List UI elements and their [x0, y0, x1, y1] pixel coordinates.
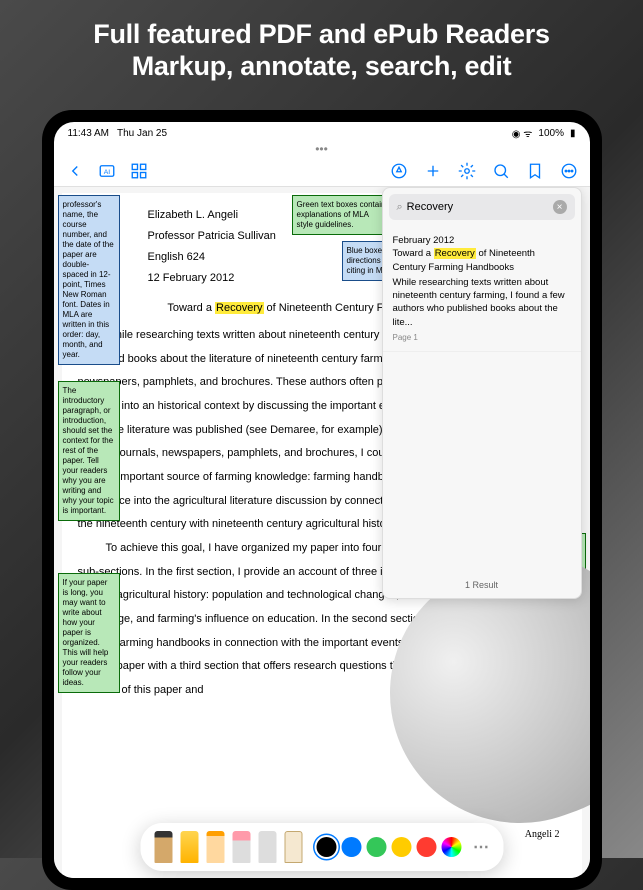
ipad-frame: 11:43 AM Thu Jan 25 ◉ ᯤ 100% ▮ ••• AI pr… — [42, 110, 602, 890]
promo-line1: Full featured PDF and ePub Readers — [93, 19, 549, 49]
screen: 11:43 AM Thu Jan 25 ◉ ᯤ 100% ▮ ••• AI pr… — [54, 122, 590, 878]
promo-line2: Markup, annotate, search, edit — [132, 51, 512, 81]
search-input[interactable] — [407, 201, 549, 213]
markup-icon[interactable] — [390, 162, 408, 180]
search-box[interactable]: ⌕ × — [389, 194, 575, 220]
gear-icon[interactable] — [458, 162, 476, 180]
note-mla-header[interactable]: professor's name, the course number, and… — [58, 195, 120, 365]
pen-tool[interactable] — [154, 831, 172, 863]
search-result[interactable]: February 2012 Toward a Recovery of Ninet… — [383, 226, 581, 352]
color-green[interactable] — [366, 837, 386, 857]
note-organization[interactable]: If your paper is long, you may want to w… — [58, 573, 120, 693]
result-date: February 2012 — [393, 234, 571, 247]
clear-search-icon[interactable]: × — [553, 200, 567, 214]
markup-toolbar: ⋯ — [140, 823, 503, 871]
note-intro[interactable]: The introductory paragraph, or introduct… — [58, 381, 120, 521]
ruler-tool[interactable] — [284, 831, 302, 863]
bookmark-icon[interactable] — [526, 162, 544, 180]
ai-icon[interactable]: AI — [98, 162, 116, 180]
lasso-tool[interactable] — [258, 831, 276, 863]
search-icon[interactable] — [492, 162, 510, 180]
promo-banner: Full featured PDF and ePub ReadersMarkup… — [0, 0, 643, 95]
color-yellow[interactable] — [391, 837, 411, 857]
note-green-info[interactable]: Green text boxes contain explanations of… — [292, 195, 392, 235]
battery-level: 100% — [538, 128, 564, 139]
pencil-tool[interactable] — [206, 831, 224, 863]
toolbar: AI — [54, 156, 590, 187]
document-area[interactable]: professor's name, the course number, and… — [54, 187, 590, 878]
color-red[interactable] — [416, 837, 436, 857]
status-time: 11:43 AM — [68, 128, 110, 139]
color-black[interactable] — [316, 837, 336, 857]
result-page: Page 1 — [393, 332, 571, 343]
result-excerpt: While researching texts written about ni… — [393, 276, 571, 329]
add-icon[interactable] — [424, 162, 442, 180]
battery-icon: ▮ — [570, 128, 576, 139]
color-picker[interactable] — [441, 837, 461, 857]
result-count: 1 Result — [383, 572, 581, 598]
color-palette — [316, 837, 461, 857]
page-number: Angeli 2 — [525, 824, 560, 846]
svg-text:AI: AI — [103, 169, 110, 176]
search-glass-icon: ⌕ — [397, 201, 403, 214]
search-panel: ⌕ × February 2012 Toward a Recovery of N… — [382, 187, 582, 599]
more-icon[interactable] — [560, 162, 578, 180]
color-blue[interactable] — [341, 837, 361, 857]
more-tools-icon[interactable]: ⋯ — [473, 837, 489, 857]
status-bar: 11:43 AM Thu Jan 25 ◉ ᯤ 100% ▮ — [54, 122, 590, 144]
back-icon[interactable] — [66, 162, 84, 180]
marker-tool[interactable] — [180, 831, 198, 863]
wifi-icon: ◉ ᯤ — [512, 126, 533, 140]
highlight: Recovery — [215, 302, 263, 314]
multitask-dots[interactable]: ••• — [54, 142, 590, 156]
grid-icon[interactable] — [130, 162, 148, 180]
result-title: Toward a Recovery of Nineteenth Century … — [393, 247, 571, 274]
status-date: Thu Jan 25 — [117, 128, 167, 139]
eraser-tool[interactable] — [232, 831, 250, 863]
